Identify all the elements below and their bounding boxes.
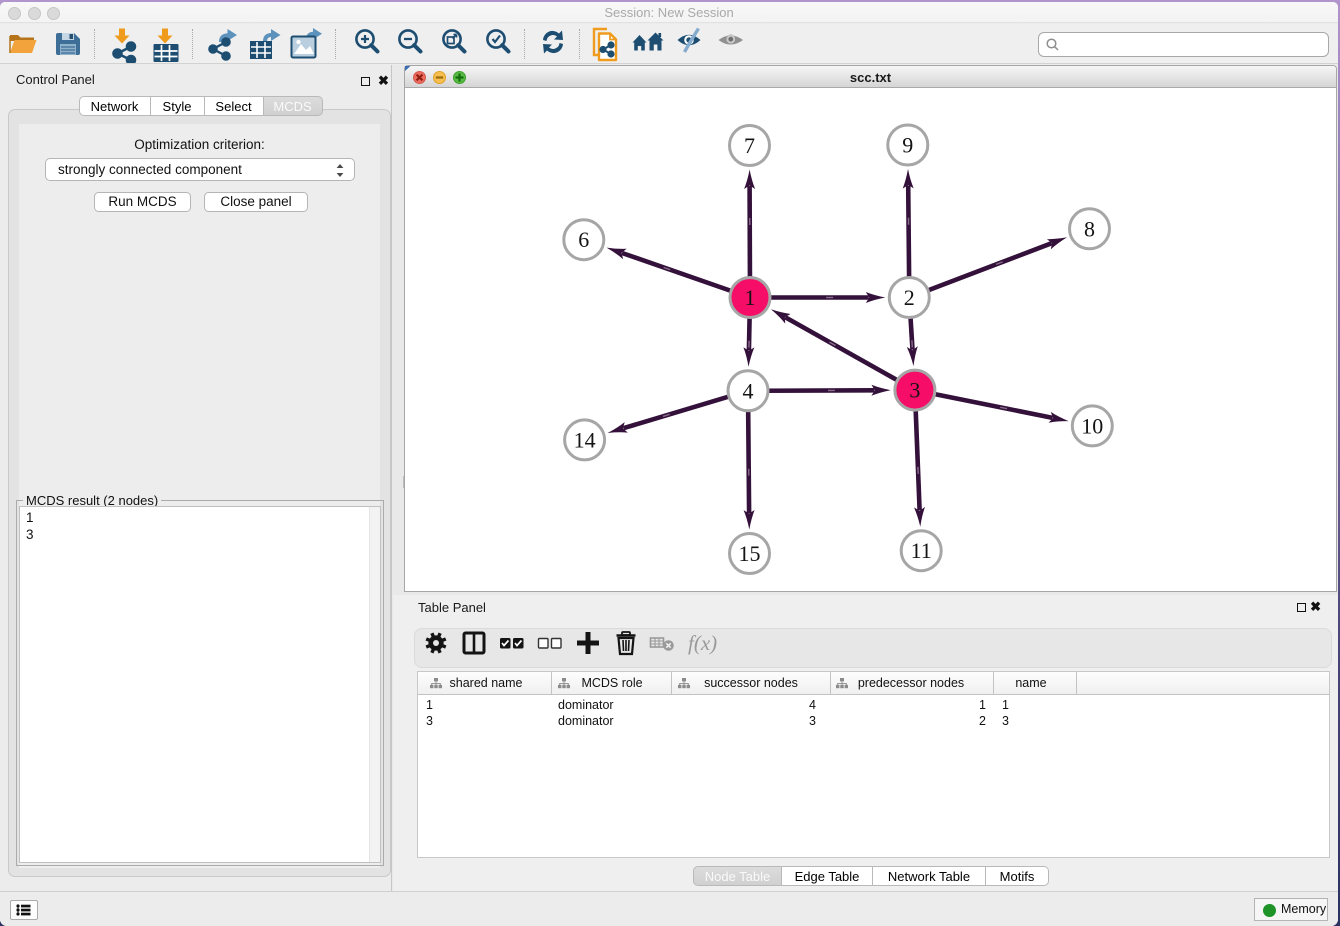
svg-text:1: 1: [745, 285, 756, 310]
svg-text:14: 14: [574, 427, 596, 452]
svg-text:7: 7: [744, 133, 755, 158]
svg-text:3: 3: [909, 378, 920, 403]
svg-text:11: 11: [911, 538, 932, 563]
svg-text:4: 4: [743, 378, 754, 403]
svg-text:8: 8: [1084, 216, 1095, 241]
svg-text:6: 6: [578, 227, 589, 252]
svg-text:10: 10: [1081, 413, 1103, 438]
svg-text:15: 15: [739, 541, 761, 566]
svg-text:9: 9: [902, 133, 913, 158]
svg-text:2: 2: [904, 285, 915, 310]
